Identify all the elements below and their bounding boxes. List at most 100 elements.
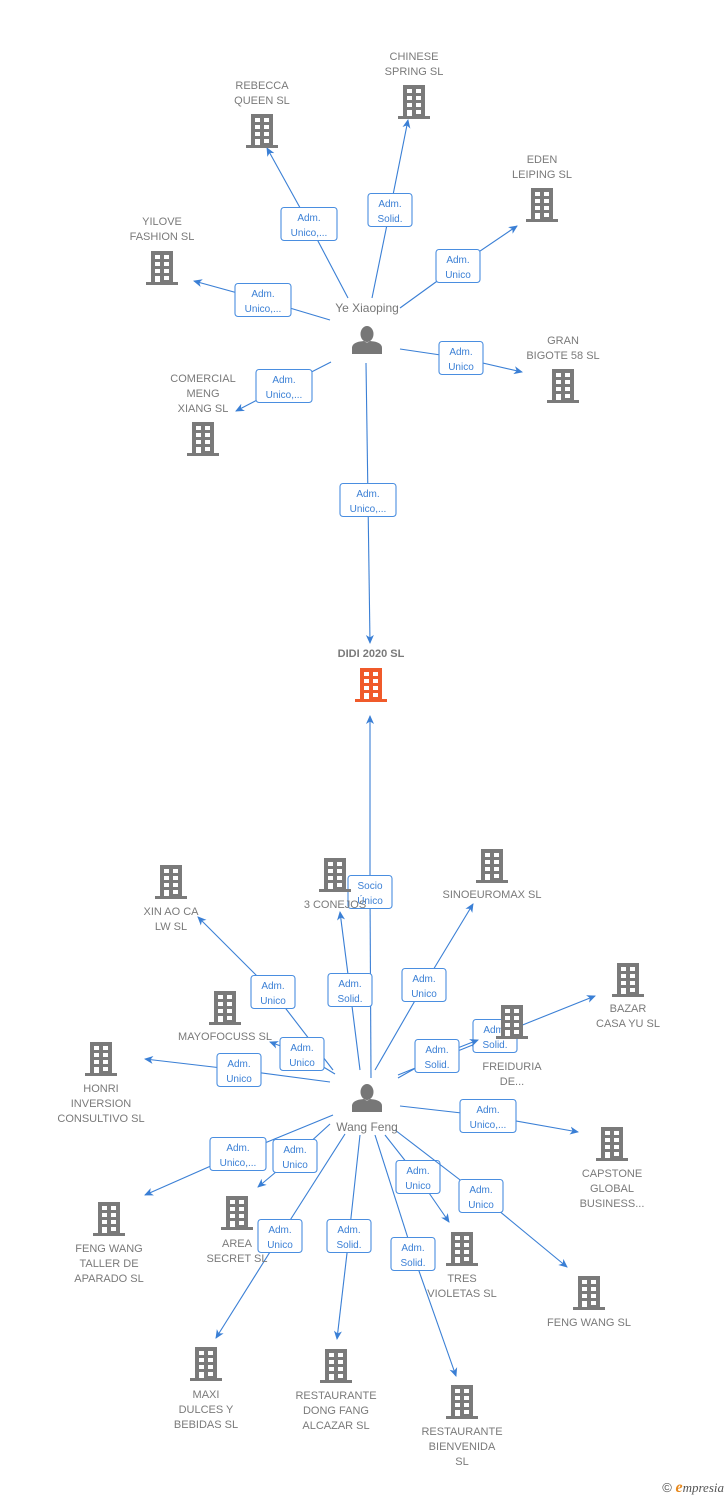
role-label-box[interactable]: Adm. Solid. xyxy=(367,192,413,228)
role-label-box[interactable]: Adm. Solid. xyxy=(414,1038,460,1074)
role-label-text: Unico xyxy=(448,362,474,373)
role-label-text: Adm. xyxy=(356,489,379,500)
company-node-comercial[interactable] xyxy=(187,422,219,456)
role-label-text: Adm. xyxy=(297,213,320,224)
role-label-box[interactable]: Adm. Unico xyxy=(435,248,481,284)
role-label-box[interactable]: Adm. Unico xyxy=(216,1052,262,1088)
role-label-box[interactable]: Adm. Unico,... xyxy=(255,368,313,404)
company-node-bienvenida[interactable] xyxy=(446,1385,478,1419)
role-label-box[interactable]: Adm. Unico,... xyxy=(339,482,397,518)
role-label-text: Unico xyxy=(267,1240,293,1251)
role-label-box[interactable]: Adm. Unico xyxy=(438,340,484,376)
company-node-tres[interactable] xyxy=(446,1232,478,1266)
role-label-text: Adm. xyxy=(337,1225,360,1236)
company-node-area[interactable] xyxy=(221,1196,253,1230)
building-icon xyxy=(209,991,241,1025)
role-label-box[interactable]: Adm. Unico xyxy=(401,967,447,1003)
role-label-text: Adm. xyxy=(227,1059,250,1070)
company-name: FASHION SL xyxy=(130,231,195,243)
company-node-conejo[interactable] xyxy=(319,858,351,892)
company-name: TALLER DE xyxy=(79,1258,138,1270)
role-label-box[interactable]: Adm. Unico,... xyxy=(209,1136,267,1172)
building-icon xyxy=(398,85,430,119)
role-label-box[interactable]: Adm. Solid. xyxy=(390,1236,436,1272)
role-label-text: Adm. xyxy=(425,1045,448,1056)
company-name: FENG WANG SL xyxy=(547,1317,631,1329)
company-node-dongfang[interactable] xyxy=(320,1349,352,1383)
building-icon xyxy=(446,1232,478,1266)
role-label-text: Adm. xyxy=(272,375,295,386)
company-name: DIDI 2020 SL xyxy=(338,648,405,660)
role-label-text: Adm. xyxy=(378,199,401,210)
company-name: SPRING SL xyxy=(385,66,444,78)
company-name: CONSULTIVO SL xyxy=(57,1113,144,1125)
person-node-wang[interactable] xyxy=(352,1084,382,1112)
company-node-fengtaller[interactable] xyxy=(93,1202,125,1236)
role-label-text: Unico xyxy=(468,1200,494,1211)
company-node-capstone[interactable] xyxy=(596,1127,628,1161)
company-node-maxi[interactable] xyxy=(190,1347,222,1381)
company-node-rebecca[interactable] xyxy=(246,114,278,148)
person-icon xyxy=(352,326,382,354)
company-node-honri[interactable] xyxy=(85,1042,117,1076)
company-node-bazar[interactable] xyxy=(612,963,644,997)
building-icon xyxy=(526,188,558,222)
building-icon xyxy=(221,1196,253,1230)
role-label-box[interactable]: Adm. Unico,... xyxy=(280,206,338,242)
building-icon xyxy=(319,858,351,892)
role-label-text: Adm. xyxy=(268,1225,291,1236)
building-icon xyxy=(246,114,278,148)
person-node-ye[interactable] xyxy=(352,326,382,354)
network-graph: Adm. Unico,... Adm. Solid. Adm. Unico Adm. Unic… xyxy=(57,51,660,1468)
company-name: MAYOFOCUSS SL xyxy=(178,1031,272,1043)
company-name: SECRET SL xyxy=(207,1253,268,1265)
company-name: BIGOTE 58 SL xyxy=(526,350,599,362)
company-node-mayofocuss[interactable] xyxy=(209,991,241,1025)
role-label-box[interactable]: Adm. Solid. xyxy=(327,972,373,1008)
edge-wang-capstone: Adm. Unico,... xyxy=(399,1098,579,1135)
company-name: XIANG SL xyxy=(178,403,229,415)
company-name: DONG FANG xyxy=(303,1405,369,1417)
company-node-sinoeuromax[interactable] xyxy=(476,849,508,883)
building-icon xyxy=(596,1127,628,1161)
role-label-box[interactable]: Adm. Solid. xyxy=(326,1218,372,1254)
company-node-gran[interactable] xyxy=(547,369,579,403)
role-label-text: Solid. xyxy=(482,1040,507,1051)
edge-ye-rebecca: Adm. Unico,... xyxy=(266,147,349,299)
company-name: CAPSTONE xyxy=(582,1168,642,1180)
edge-wang-area: Adm. Unico xyxy=(257,1123,331,1188)
role-label-text: Adm. xyxy=(226,1143,249,1154)
company-node-eden[interactable] xyxy=(526,188,558,222)
role-label-box[interactable]: Adm. Unico,... xyxy=(234,282,292,318)
company-node-didi[interactable] xyxy=(355,668,387,702)
edge-wang-tres: Adm. Unico xyxy=(384,1134,450,1223)
role-label-text: Solid. xyxy=(337,994,362,1005)
building-icon xyxy=(547,369,579,403)
building-icon xyxy=(155,865,187,899)
role-label-box[interactable]: Adm. Unico xyxy=(272,1138,318,1174)
company-node-xinao[interactable] xyxy=(155,865,187,899)
company-node-yilove[interactable] xyxy=(146,251,178,285)
company-node-fengwang[interactable] xyxy=(573,1276,605,1310)
edge-ye-comercial: Adm. Unico,... xyxy=(235,361,332,412)
role-label-box[interactable]: Adm. Unico,... xyxy=(459,1098,517,1134)
building-icon xyxy=(446,1385,478,1419)
copyright-symbol: © xyxy=(662,1480,672,1495)
company-node-chinese[interactable] xyxy=(398,85,430,119)
role-label-box[interactable]: Adm. Unico xyxy=(257,1218,303,1254)
company-name: AREA xyxy=(222,1238,253,1250)
role-label-box[interactable]: Adm. Unico xyxy=(250,974,296,1010)
role-label-box[interactable]: Adm. Unico xyxy=(395,1159,441,1195)
role-label-box[interactable]: Adm. Unico xyxy=(458,1178,504,1214)
edge-ye-chinese: Adm. Solid. xyxy=(367,119,413,299)
edge-wang-conejo: Adm. Solid. xyxy=(327,911,373,1071)
role-label-box[interactable]: Adm. Unico xyxy=(279,1036,325,1072)
role-label-text: Unico xyxy=(260,996,286,1007)
footer-brand[interactable]: © empresia xyxy=(662,1479,724,1497)
edge-wang-dongfang: Adm. Solid. xyxy=(326,1134,372,1340)
company-name: BIENVENIDA xyxy=(429,1441,496,1453)
role-label-text: Unico xyxy=(282,1160,308,1171)
company-name: HONRI xyxy=(83,1083,118,1095)
building-icon xyxy=(612,963,644,997)
empresia-logo: empresia xyxy=(675,1479,724,1496)
